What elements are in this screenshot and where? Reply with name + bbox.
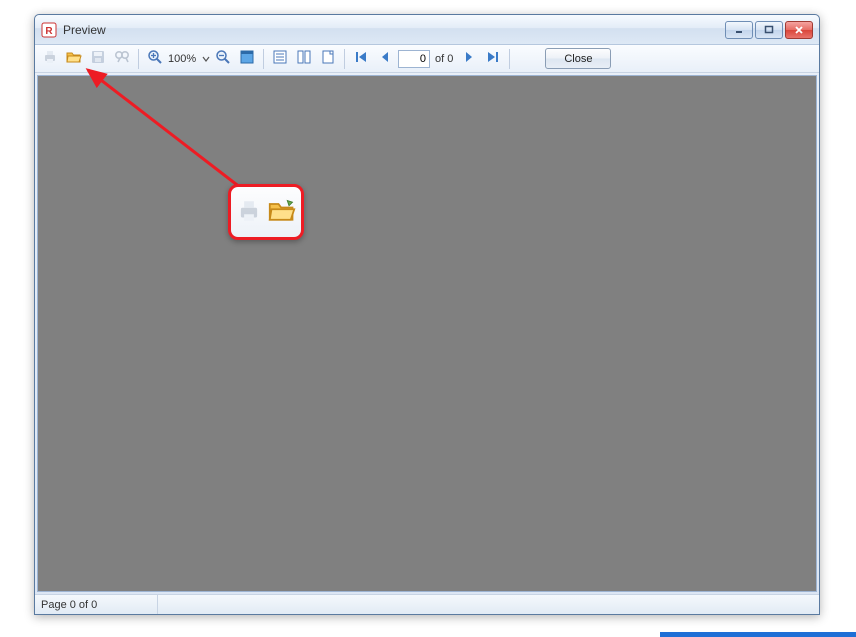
thumbnails-icon [296,49,312,68]
status-page-label: Page 0 of 0 [41,595,158,614]
find-icon [114,49,130,68]
window-title: Preview [63,23,725,37]
zoom-in-button[interactable] [144,48,166,70]
toolbar: 100% [35,45,819,73]
thumbnails-button[interactable] [293,48,315,70]
outline-button[interactable] [269,48,291,70]
svg-text:R: R [45,26,53,37]
fullscreen-icon [239,49,255,68]
close-button[interactable]: Close [545,48,611,69]
statusbar: Page 0 of 0 [35,594,819,614]
close-button-label: Close [564,53,592,65]
page-number-input[interactable] [398,50,430,68]
next-page-button[interactable] [458,48,480,70]
last-page-button[interactable] [482,48,504,70]
zoom-value: 100% [168,53,200,65]
zoom-out-icon [215,49,231,68]
print-icon [236,198,262,227]
chevron-down-icon [202,55,210,63]
next-page-icon [463,51,475,66]
find-button[interactable] [111,48,133,70]
page-setup-button[interactable] [317,48,339,70]
first-page-icon [354,50,368,67]
toolbar-separator [344,49,345,69]
open-folder-icon [268,197,296,228]
minimize-button[interactable] [725,21,753,39]
zoom-in-icon [147,49,163,68]
last-page-icon [486,50,500,67]
open-button[interactable] [63,48,85,70]
zoom-combo[interactable]: 100% [168,49,210,69]
preview-window: R Preview [34,14,820,615]
app-icon: R [41,22,57,38]
close-window-button[interactable] [785,21,813,39]
page-of-label: of 0 [435,53,453,65]
zoom-out-button[interactable] [212,48,234,70]
prev-page-icon [379,51,391,66]
titlebar: R Preview [35,15,819,45]
preview-canvas [37,75,817,592]
outline-icon [272,49,288,68]
window-buttons [725,21,813,39]
toolbar-separator [138,49,139,69]
first-page-button[interactable] [350,48,372,70]
maximize-button[interactable] [755,21,783,39]
annotation-marker [660,632,856,637]
annotation-callout [228,184,304,240]
print-button[interactable] [39,48,61,70]
page-setup-icon [320,49,336,68]
save-icon [90,49,106,68]
print-icon [42,49,58,68]
open-folder-icon [66,49,82,68]
toolbar-separator [263,49,264,69]
prev-page-button[interactable] [374,48,396,70]
fullscreen-button[interactable] [236,48,258,70]
toolbar-separator [509,49,510,69]
save-button[interactable] [87,48,109,70]
